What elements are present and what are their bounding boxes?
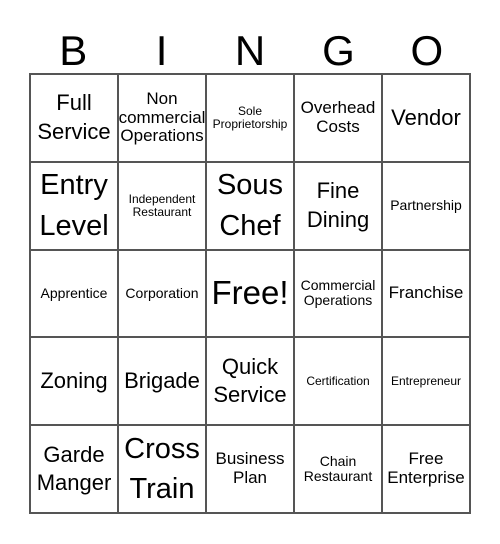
- bingo-cell[interactable]: Entry Level: [30, 161, 118, 250]
- header-letter-o: O: [410, 27, 444, 74]
- bingo-cell[interactable]: Cross Train: [118, 425, 206, 513]
- bingo-cell[interactable]: Vendor: [382, 74, 470, 162]
- bingo-cell[interactable]: Brigade: [118, 337, 206, 426]
- bingo-header: B I N G O: [29, 28, 471, 73]
- bingo-cell[interactable]: Free Enterprise: [382, 425, 470, 513]
- header-letter-g: G: [322, 27, 355, 74]
- bingo-cell[interactable]: Non commercial Operations: [118, 74, 206, 162]
- bingo-cell[interactable]: Full Service: [30, 74, 118, 162]
- bingo-cell[interactable]: Independent Restaurant: [118, 161, 206, 250]
- bingo-cell[interactable]: Zoning: [30, 337, 118, 426]
- bingo-cell[interactable]: Sous Chef: [206, 161, 294, 250]
- bingo-cell[interactable]: Chain Restaurant: [294, 425, 382, 513]
- bingo-cell[interactable]: Partnership: [382, 161, 470, 250]
- bingo-cell[interactable]: Free!: [206, 249, 294, 338]
- bingo-cell[interactable]: Commercial Operations: [294, 249, 382, 338]
- bingo-card-grid: Full Service Non commercial Operations Sol…: [29, 73, 471, 514]
- header-letter-n: N: [234, 27, 266, 74]
- bingo-cell[interactable]: Entrepreneur: [382, 337, 470, 426]
- bingo-cell[interactable]: Overhead Costs: [294, 74, 382, 162]
- header-letter-i: I: [155, 27, 168, 74]
- bingo-cell[interactable]: Fine Dining: [294, 161, 382, 250]
- bingo-cell[interactable]: Corporation: [118, 249, 206, 338]
- bingo-cell[interactable]: Apprentice: [30, 249, 118, 338]
- bingo-cell[interactable]: Certification: [294, 337, 382, 426]
- bingo-cell[interactable]: Sole Proprietorship: [206, 74, 294, 162]
- bingo-cell[interactable]: Garde Manger: [30, 425, 118, 513]
- bingo-cell[interactable]: Franchise: [382, 249, 470, 338]
- bingo-cell[interactable]: Business Plan: [206, 425, 294, 513]
- bingo-cell[interactable]: Quick Service: [206, 337, 294, 426]
- header-letter-b: B: [59, 27, 88, 74]
